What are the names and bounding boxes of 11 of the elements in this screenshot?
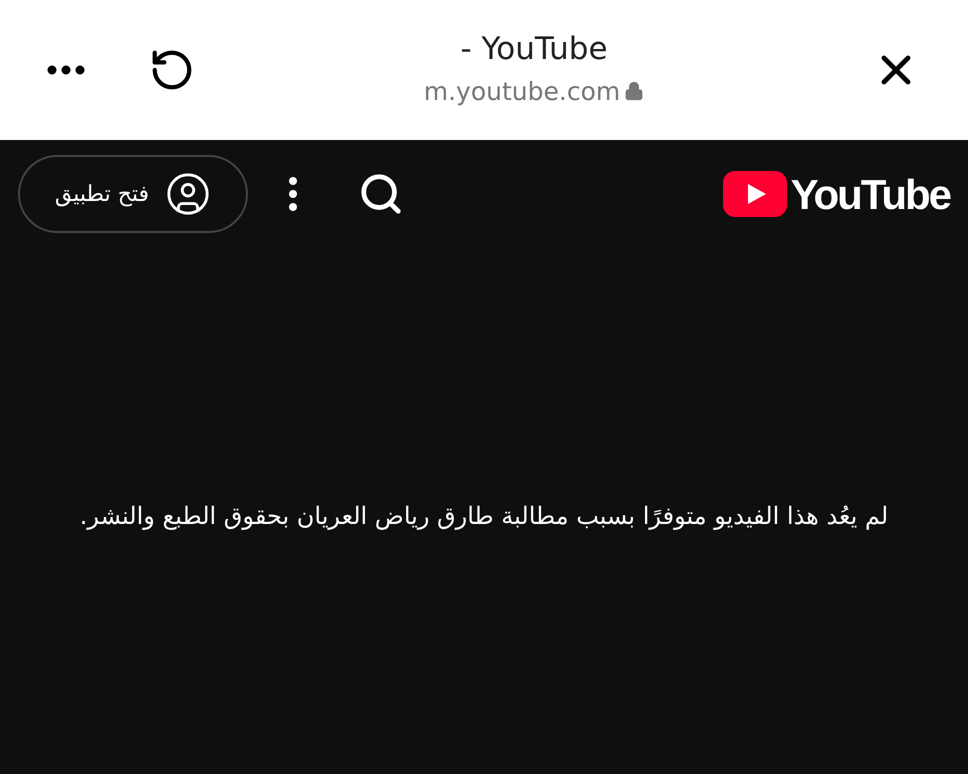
- lock-icon: [624, 81, 644, 102]
- account-icon: [165, 171, 212, 217]
- menu-button[interactable]: [288, 176, 298, 212]
- youtube-logo-icon: [722, 171, 787, 217]
- logo-text: YouTube: [790, 170, 950, 220]
- page-title: - YouTube: [460, 30, 608, 69]
- open-app-button[interactable]: فتح تطبيق: [18, 155, 248, 233]
- unavailable-message: لم يعُد هذا الفيديو متوفرًا بسبب مطالبة طارق رياض العريان بحقوق الطبع والنشر.: [80, 501, 888, 532]
- more-vertical-icon: [288, 176, 298, 212]
- more-icon: [47, 65, 85, 75]
- page-url: m.youtube.com: [424, 76, 620, 108]
